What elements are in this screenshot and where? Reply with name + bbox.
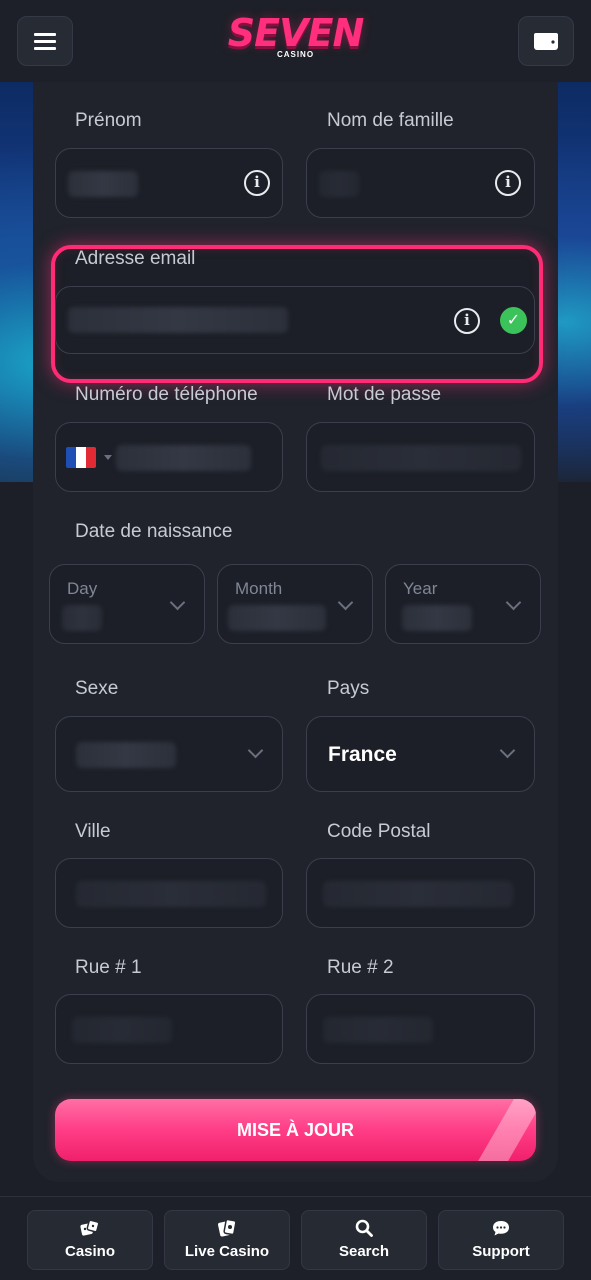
phone-label: Numéro de téléphone [75,384,258,405]
postal-code-label: Code Postal [327,821,431,842]
top-header: SEVEN CASINO [0,0,591,82]
caret-down-icon [104,455,112,460]
logo-text: SEVEN [227,11,364,55]
sex-label: Sexe [75,678,119,699]
redacted-value [76,881,266,907]
nav-search[interactable]: Search [301,1210,427,1270]
redacted-value [76,742,176,768]
street1-label: Rue # 1 [75,957,142,978]
country-label: Pays [327,678,370,699]
redacted-value [68,307,288,333]
day-label: Day [67,579,98,598]
first-name-field[interactable]: i [55,148,283,218]
nav-live-casino[interactable]: Live Casino [164,1210,290,1270]
wallet-button[interactable] [518,16,574,66]
day-select[interactable]: Day [49,564,205,644]
email-field[interactable]: i ✓ [55,286,535,354]
chevron-down-icon [499,742,516,759]
redacted-value [402,605,472,631]
info-icon[interactable]: i [244,170,270,196]
bottom-nav: Casino Live Casino Search Support [0,1196,591,1280]
dice-icon [28,1219,152,1239]
redacted-value [228,605,326,631]
search-icon [302,1219,426,1239]
wallet-icon [534,33,558,50]
redacted-value [319,171,359,197]
menu-button[interactable] [17,16,73,66]
postal-code-field[interactable] [306,858,535,928]
info-icon[interactable]: i [495,170,521,196]
redacted-value [62,605,102,631]
seven-casino-logo[interactable]: SEVEN CASINO [228,14,364,59]
chat-icon [439,1219,563,1239]
redacted-value [323,1017,433,1043]
chevron-down-icon [247,742,264,759]
nav-support[interactable]: Support [438,1210,564,1270]
update-button[interactable]: MISE À JOUR [55,1099,536,1161]
hamburger-icon [34,33,56,50]
last-name-field[interactable]: i [306,148,535,218]
check-icon: ✓ [500,307,527,334]
info-icon[interactable]: i [454,308,480,334]
nav-casino[interactable]: Casino [27,1210,153,1270]
year-select[interactable]: Year [385,564,541,644]
first-name-label: Prénom [75,110,142,131]
month-select[interactable]: Month [217,564,373,644]
redacted-value [68,171,138,197]
sex-select[interactable] [55,716,283,792]
password-field[interactable] [306,422,535,492]
dob-label: Date de naissance [75,521,233,542]
year-label: Year [403,579,438,598]
redacted-value [321,445,521,471]
nav-support-label: Support [472,1243,530,1260]
password-label: Mot de passe [327,384,442,405]
france-flag-icon[interactable] [66,447,96,468]
city-label: Ville [75,821,111,842]
street2-label: Rue # 2 [327,957,394,978]
nav-casino-label: Casino [64,1243,115,1260]
nav-search-label: Search [338,1243,390,1260]
last-name-label: Nom de famille [327,110,454,131]
month-label: Month [235,579,283,598]
street1-field[interactable] [55,994,283,1064]
street2-field[interactable] [306,994,535,1064]
update-button-label: MISE À JOUR [236,1119,355,1140]
nav-live-casino-label: Live Casino [184,1243,270,1260]
chevron-down-icon [337,594,354,611]
redacted-value [116,445,251,471]
country-value: France [328,743,397,766]
redacted-value [323,881,513,907]
email-label: Adresse email [75,248,196,269]
redacted-value [72,1017,172,1043]
city-field[interactable] [55,858,283,928]
chevron-down-icon [169,594,186,611]
chevron-down-icon [505,594,522,611]
cards-icon [165,1218,289,1239]
